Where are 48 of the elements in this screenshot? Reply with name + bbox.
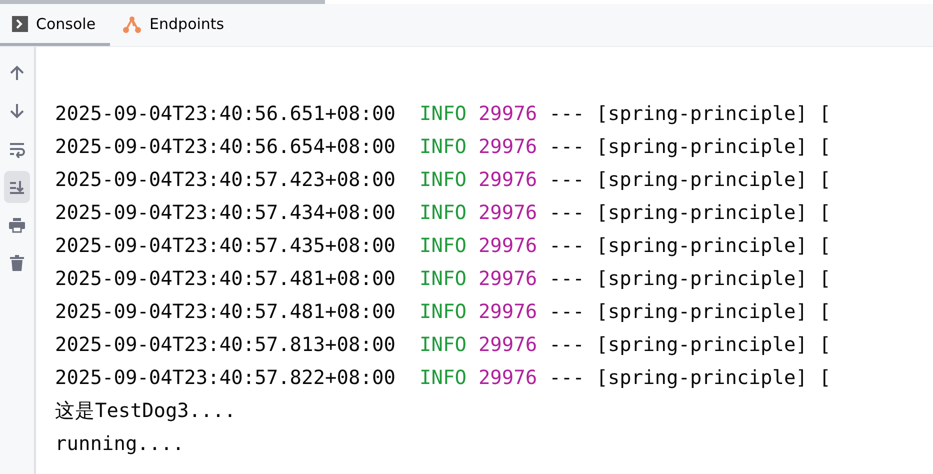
wrap-icon bbox=[9, 140, 25, 158]
log-pid: 29976 bbox=[478, 200, 538, 226]
output-line: 这是TestDog3.... bbox=[55, 398, 236, 424]
log-level: INFO bbox=[419, 266, 466, 292]
log-level: INFO bbox=[419, 101, 466, 127]
tab[interactable]: Endpoints bbox=[110, 4, 238, 46]
log-text: --- [spring-principle] [ bbox=[549, 167, 831, 193]
log-text: --- [spring-principle] [ bbox=[549, 101, 831, 127]
log-text: --- [spring-principle] [ bbox=[549, 200, 831, 226]
log-pid: 29976 bbox=[478, 365, 538, 391]
log-text: --- [spring-principle] [ bbox=[549, 233, 831, 259]
log-text: --- [spring-principle] [ bbox=[549, 266, 831, 292]
log-level: INFO bbox=[419, 233, 466, 259]
log-level: INFO bbox=[419, 365, 466, 391]
log-timestamp: 2025-09-04T23:40:56.651+08:00 bbox=[55, 101, 396, 127]
log-level: INFO bbox=[419, 167, 466, 193]
log-text: --- [spring-principle] [ bbox=[549, 134, 831, 160]
log-pid: 29976 bbox=[478, 299, 538, 325]
output-line: running.... bbox=[55, 431, 184, 457]
log-text: --- [spring-principle] [ bbox=[549, 365, 831, 391]
log-pid: 29976 bbox=[478, 101, 538, 127]
log-level: INFO bbox=[419, 134, 466, 160]
log-level: INFO bbox=[419, 200, 466, 226]
log-timestamp: 2025-09-04T23:40:57.435+08:00 bbox=[55, 233, 396, 259]
log-timestamp: 2025-09-04T23:40:56.654+08:00 bbox=[55, 134, 396, 160]
log-timestamp: 2025-09-04T23:40:57.434+08:00 bbox=[55, 200, 396, 226]
log-text: --- [spring-principle] [ bbox=[549, 332, 831, 358]
log-pid: 29976 bbox=[478, 332, 538, 358]
log-timestamp: 2025-09-04T23:40:57.813+08:00 bbox=[55, 332, 396, 358]
arrow-down-icon bbox=[9, 102, 25, 120]
log-timestamp: 2025-09-04T23:40:57.481+08:00 bbox=[55, 299, 396, 325]
log-timestamp: 2025-09-04T23:40:57.423+08:00 bbox=[55, 167, 396, 193]
terminal-icon bbox=[12, 16, 28, 32]
log-level: INFO bbox=[419, 332, 466, 358]
scroll-to-end-button[interactable] bbox=[4, 171, 30, 203]
log-pid: 29976 bbox=[478, 233, 538, 259]
printer-icon bbox=[9, 216, 25, 234]
log-pid: 29976 bbox=[478, 134, 538, 160]
endpoints-icon bbox=[122, 14, 142, 34]
log-timestamp: 2025-09-04T23:40:57.481+08:00 bbox=[55, 266, 396, 292]
log-pid: 29976 bbox=[478, 167, 538, 193]
arrow-up-icon bbox=[9, 64, 25, 82]
trash-icon bbox=[9, 254, 25, 272]
log-timestamp: 2025-09-04T23:40:57.822+08:00 bbox=[55, 365, 396, 391]
log-text: --- [spring-principle] [ bbox=[549, 299, 831, 325]
log-level: INFO bbox=[419, 299, 466, 325]
scroll-to-end-icon bbox=[9, 178, 25, 196]
log-pid: 29976 bbox=[478, 266, 538, 292]
